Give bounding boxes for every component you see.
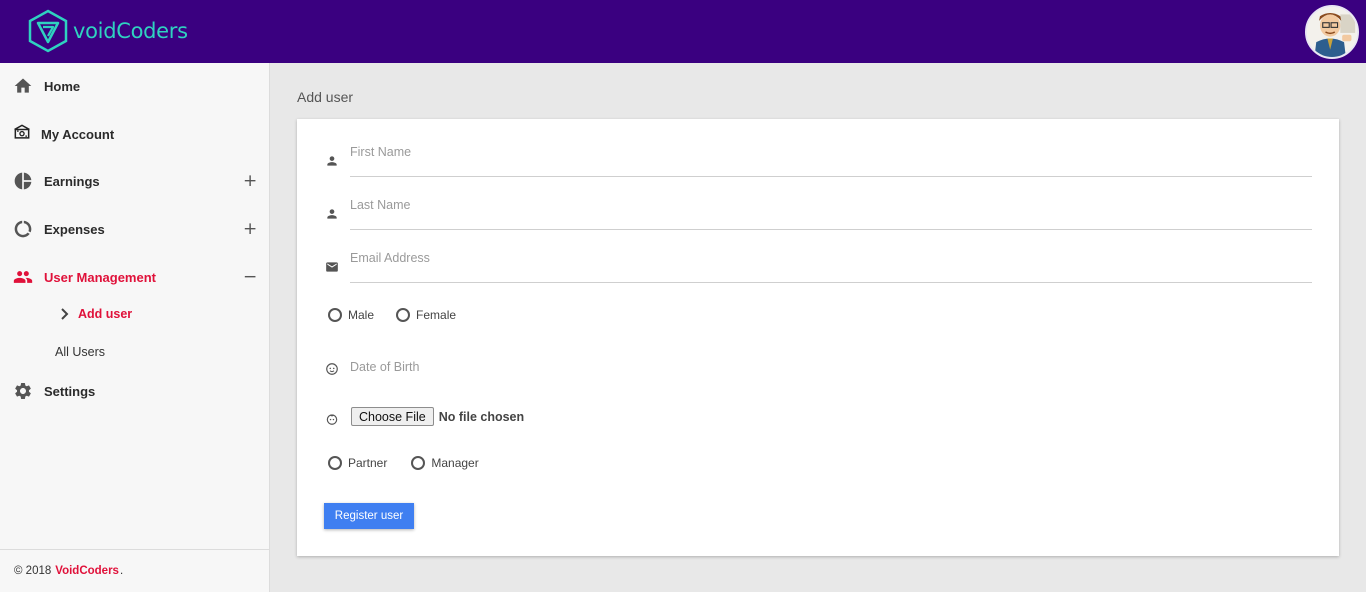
radio-circle-icon xyxy=(328,308,342,322)
voidcoders-logo-icon xyxy=(28,9,68,53)
radio-label: Partner xyxy=(348,456,388,470)
footer-brand-link[interactable]: VoidCoders xyxy=(55,565,119,577)
person-icon xyxy=(325,154,341,170)
footer-suffix: . xyxy=(119,565,124,577)
brand-name: voidCoders xyxy=(73,19,188,43)
brand-logo[interactable]: voidCoders xyxy=(27,9,188,53)
first-name-field xyxy=(350,137,1312,177)
sidebar-item-label: Settings xyxy=(44,383,96,399)
sidebar-item-label: Home xyxy=(44,78,81,94)
role-manager-radio[interactable]: Manager xyxy=(411,456,479,470)
add-user-form-card: Male Female Choose File No file chosen P… xyxy=(297,119,1339,556)
radio-circle-icon xyxy=(411,456,426,470)
expand-icon[interactable]: + xyxy=(243,219,257,239)
last-name-field xyxy=(350,190,1312,230)
radio-label: Manager xyxy=(431,456,479,470)
role-radio-group: Partner Manager xyxy=(328,456,479,470)
sidebar: Home My Account Earnings + Expenses + Us… xyxy=(0,63,270,592)
last-name-input[interactable] xyxy=(350,198,1312,212)
chevron-right-icon xyxy=(61,308,69,320)
collapse-icon[interactable]: − xyxy=(243,267,257,287)
gender-radio-group: Male Female xyxy=(328,308,456,322)
radio-label: Female xyxy=(416,308,457,322)
account-icon xyxy=(11,121,33,143)
sidebar-subitem-add-user[interactable]: Add user xyxy=(60,307,132,321)
sidebar-item-settings[interactable]: Settings xyxy=(0,373,270,409)
sidebar-item-home[interactable]: Home xyxy=(0,68,270,104)
file-status-text: No file chosen xyxy=(438,409,525,424)
register-user-button[interactable]: Register user xyxy=(324,503,414,529)
avatar-illustration-icon xyxy=(1307,7,1357,57)
copyright-text: © 2018 xyxy=(14,565,52,577)
sidebar-item-expenses[interactable]: Expenses + xyxy=(0,211,270,247)
donut-chart-icon xyxy=(12,218,34,240)
radio-label: Male xyxy=(348,308,375,322)
sidebar-item-earnings[interactable]: Earnings + xyxy=(0,163,270,199)
email-field xyxy=(350,243,1312,283)
user-avatar[interactable] xyxy=(1305,5,1359,59)
expand-icon[interactable]: + xyxy=(243,171,257,191)
sidebar-item-label: Earnings xyxy=(44,173,100,189)
top-app-bar: voidCoders xyxy=(0,0,1366,63)
sidebar-subitem-label: Add user xyxy=(78,307,133,321)
radio-circle-icon xyxy=(396,308,411,322)
choose-file-button[interactable]: Choose File xyxy=(351,407,434,426)
people-icon xyxy=(12,266,34,288)
child-face-icon xyxy=(325,412,341,428)
sidebar-footer: © 2018 VoidCoders . xyxy=(0,549,269,592)
sidebar-subitem-label: All Users xyxy=(55,345,106,359)
email-input[interactable] xyxy=(350,251,1312,265)
gender-male-radio[interactable]: Male xyxy=(328,308,374,322)
first-name-input[interactable] xyxy=(350,145,1312,159)
page-title: Add user xyxy=(297,89,354,105)
pie-chart-icon xyxy=(12,170,34,192)
sidebar-item-label: My Account xyxy=(41,126,115,142)
home-icon xyxy=(12,75,34,97)
photo-upload-row: Choose File No file chosen xyxy=(351,407,524,426)
sidebar-item-my-account[interactable]: My Account xyxy=(0,116,270,152)
radio-circle-icon xyxy=(328,456,342,470)
role-partner-radio[interactable]: Partner xyxy=(328,456,387,470)
email-icon xyxy=(325,260,341,276)
person-icon xyxy=(325,207,341,223)
sidebar-item-label: User Management xyxy=(44,269,156,285)
date-of-birth-input[interactable] xyxy=(350,360,1312,374)
date-of-birth-field xyxy=(350,352,1312,392)
baby-face-icon xyxy=(325,362,341,378)
gear-icon xyxy=(12,380,34,402)
sidebar-item-user-management[interactable]: User Management − xyxy=(0,259,270,295)
sidebar-item-label: Expenses xyxy=(44,221,105,237)
gender-female-radio[interactable]: Female xyxy=(396,308,456,322)
sidebar-subitem-all-users[interactable]: All Users xyxy=(55,345,105,359)
